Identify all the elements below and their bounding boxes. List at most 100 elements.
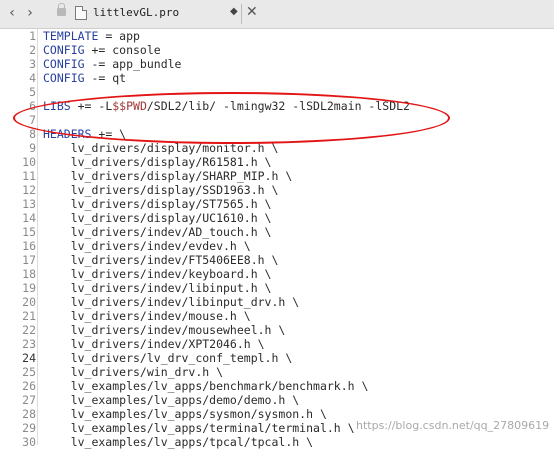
code-line[interactable]: 25 lv_drivers/win_drv.h \	[0, 365, 554, 379]
code-text: lv_drivers/indev/libinput.h \	[43, 281, 272, 295]
line-number: 4	[29, 71, 36, 85]
code-line[interactable]: 23 lv_drivers/indev/XPT2046.h \	[0, 337, 554, 351]
code-token: lv_drivers/indev/XPT2046.h \	[43, 337, 265, 351]
editor-tab-bar: ‹ › littlevGL.pro ◆ ✕	[0, 0, 554, 29]
code-line[interactable]: 30 lv_examples/lv_apps/tpcal/tpcal.h \	[0, 435, 554, 449]
code-line[interactable]: 13 lv_drivers/display/ST7565.h \	[0, 197, 554, 211]
code-text: CONFIG -= qt	[43, 71, 126, 85]
close-document-button[interactable]: ✕	[246, 4, 258, 20]
code-token: -= qt	[84, 71, 127, 85]
code-text: lv_drivers/display/UC1610.h \	[43, 211, 272, 225]
line-number: 29	[22, 421, 36, 435]
code-token: lv_drivers/indev/mouse.h \	[43, 309, 251, 323]
code-line[interactable]: 21 lv_drivers/indev/mouse.h \	[0, 309, 554, 323]
code-token: lv_drivers/indev/AD_touch.h \	[43, 225, 272, 239]
code-token: lv_drivers/display/ST7565.h \	[43, 197, 272, 211]
tab-separator	[241, 4, 242, 24]
keyword-token: TEMPLATE	[43, 29, 99, 43]
code-token: lv_examples/lv_apps/benchmark/benchmark.…	[43, 379, 369, 393]
line-number: 3	[29, 57, 36, 71]
code-line[interactable]: 17 lv_drivers/indev/FT5406EE8.h \	[0, 253, 554, 267]
line-number: 22	[22, 323, 36, 337]
line-number: 26	[22, 379, 36, 393]
code-text: lv_examples/lv_apps/tpcal/tpcal.h \	[43, 435, 313, 449]
file-icon	[75, 6, 87, 20]
keyword-token: CONFIG	[43, 57, 85, 71]
code-line[interactable]: 15 lv_drivers/indev/AD_touch.h \	[0, 225, 554, 239]
line-number: 19	[22, 281, 36, 295]
code-text: lv_drivers/indev/mouse.h \	[43, 309, 251, 323]
code-line[interactable]: 4 CONFIG -= qt	[0, 71, 554, 85]
code-token: lv_drivers/lv_drv_conf_templ.h \	[43, 351, 293, 365]
code-text: lv_examples/lv_apps/benchmark/benchmark.…	[43, 379, 369, 393]
code-line[interactable]: 19 lv_drivers/indev/libinput.h \	[0, 281, 554, 295]
line-number: 17	[22, 253, 36, 267]
line-number: 18	[22, 267, 36, 281]
code-line[interactable]: 18 lv_drivers/indev/keyboard.h \	[0, 267, 554, 281]
code-line[interactable]: 22 lv_drivers/indev/mousewheel.h \	[0, 323, 554, 337]
line-number: 28	[22, 407, 36, 421]
line-number: 10	[22, 155, 36, 169]
code-line[interactable]: 20 lv_drivers/indev/libinput_drv.h \	[0, 295, 554, 309]
line-number: 8	[29, 127, 36, 141]
code-text: lv_drivers/display/SHARP_MIP.h \	[43, 169, 293, 183]
line-number: 13	[22, 197, 36, 211]
line-number: 21	[22, 309, 36, 323]
code-token: lv_drivers/indev/libinput_drv.h \	[43, 295, 300, 309]
code-token: lv_drivers/indev/mousewheel.h \	[43, 323, 286, 337]
code-text: lv_drivers/indev/libinput_drv.h \	[43, 295, 300, 309]
code-line[interactable]: 2 CONFIG += console	[0, 43, 554, 57]
code-text: lv_drivers/indev/keyboard.h \	[43, 267, 272, 281]
red-ellipse-annotation	[13, 92, 450, 144]
code-text: lv_drivers/lv_drv_conf_templ.h \	[43, 351, 293, 365]
open-documents-dropdown-icon[interactable]: ◆	[230, 6, 238, 17]
forward-arrow-icon[interactable]: ›	[22, 5, 38, 21]
code-line[interactable]: 14 lv_drivers/display/UC1610.h \	[0, 211, 554, 225]
code-line[interactable]: 27 lv_examples/lv_apps/demo/demo.h \	[0, 393, 554, 407]
code-line[interactable]: 10 lv_drivers/display/R61581.h \	[0, 155, 554, 169]
keyword-token: CONFIG	[43, 43, 85, 57]
line-number: 14	[22, 211, 36, 225]
code-token: lv_examples/lv_apps/terminal/terminal.h …	[43, 421, 355, 435]
code-token: lv_drivers/indev/evdev.h \	[43, 239, 251, 253]
code-token: lv_drivers/display/SHARP_MIP.h \	[43, 169, 293, 183]
watermark-text: https://blog.csdn.net/qq_27809619	[356, 419, 550, 432]
code-line[interactable]: 3 CONFIG -= app_bundle	[0, 57, 554, 71]
line-number: 16	[22, 239, 36, 253]
code-text: lv_drivers/display/R61581.h \	[43, 155, 272, 169]
code-text: lv_drivers/win_drv.h \	[43, 365, 223, 379]
code-token: lv_drivers/indev/keyboard.h \	[43, 267, 272, 281]
code-line[interactable]: 24 lv_drivers/lv_drv_conf_templ.h \	[0, 351, 554, 365]
code-text: lv_drivers/display/ST7565.h \	[43, 197, 272, 211]
code-editor[interactable]: 1 TEMPLATE = app 2 CONFIG += console 3 CONFIG…	[0, 29, 554, 449]
line-number: 30	[22, 435, 36, 449]
code-line[interactable]: 16 lv_drivers/indev/evdev.h \	[0, 239, 554, 253]
code-token: = app	[98, 29, 140, 43]
line-number: 5	[29, 85, 36, 99]
code-token: lv_examples/lv_apps/demo/demo.h \	[43, 393, 300, 407]
code-line[interactable]: 11 lv_drivers/display/SHARP_MIP.h \	[0, 169, 554, 183]
code-line[interactable]: 26 lv_examples/lv_apps/benchmark/benchma…	[0, 379, 554, 393]
keyword-token: CONFIG	[43, 71, 85, 85]
line-number: 25	[22, 365, 36, 379]
line-number: 27	[22, 393, 36, 407]
line-number: 2	[29, 43, 36, 57]
code-text: lv_examples/lv_apps/sysmon/sysmon.h \	[43, 407, 327, 421]
back-arrow-icon[interactable]: ‹	[4, 5, 20, 21]
line-number: 15	[22, 225, 36, 239]
code-text: lv_drivers/indev/mousewheel.h \	[43, 323, 286, 337]
code-text: lv_drivers/indev/FT5406EE8.h \	[43, 253, 279, 267]
code-token: lv_examples/lv_apps/sysmon/sysmon.h \	[43, 407, 327, 421]
code-token: lv_examples/lv_apps/tpcal/tpcal.h \	[43, 435, 314, 449]
code-token: lv_drivers/display/R61581.h \	[43, 155, 272, 169]
tab-title[interactable]: littlevGL.pro	[93, 6, 179, 19]
code-token: lv_drivers/indev/FT5406EE8.h \	[43, 253, 279, 267]
code-text: CONFIG += console	[43, 43, 161, 57]
code-token: lv_drivers/indev/libinput.h \	[43, 281, 272, 295]
line-number: 12	[22, 183, 36, 197]
line-number: 20	[22, 295, 36, 309]
code-token: += console	[84, 43, 161, 57]
line-number: 24	[22, 351, 36, 365]
code-line[interactable]: 12 lv_drivers/display/SSD1963.h \	[0, 183, 554, 197]
code-line[interactable]: 1 TEMPLATE = app	[0, 29, 554, 43]
